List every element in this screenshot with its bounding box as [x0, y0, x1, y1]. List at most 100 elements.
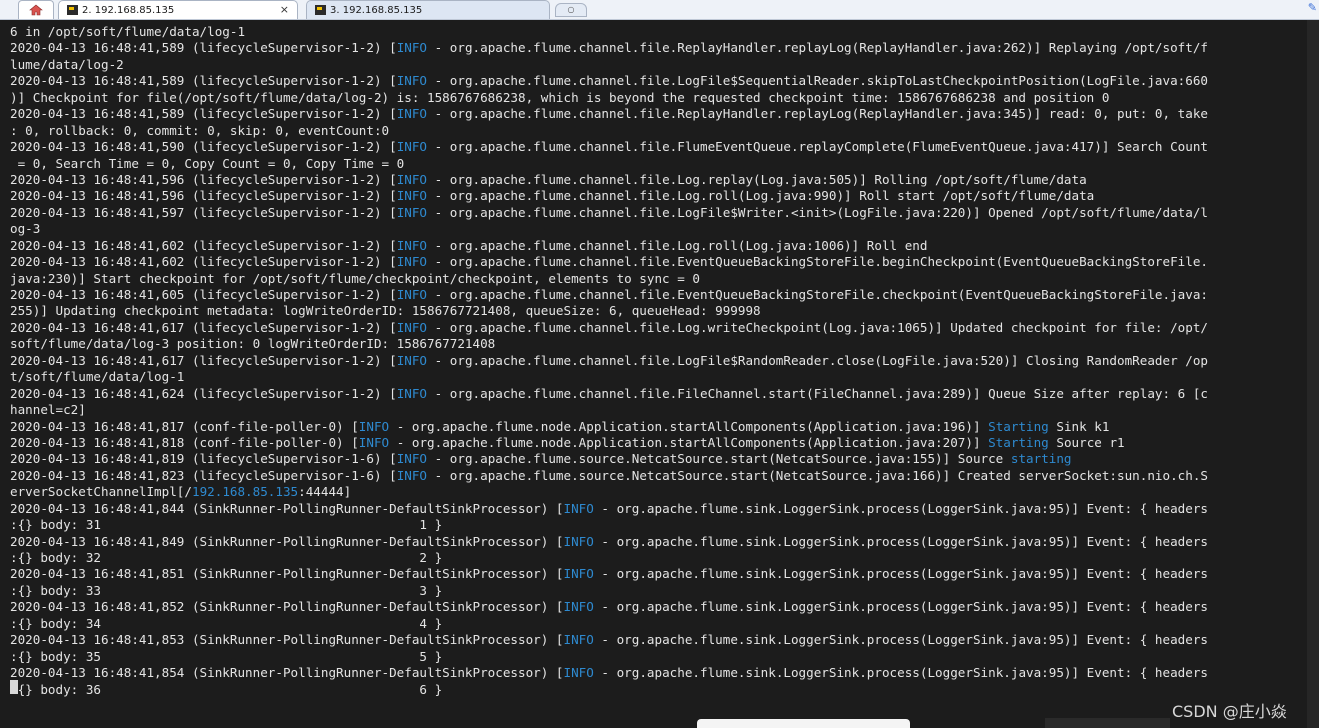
- new-tab-button[interactable]: ○: [555, 3, 587, 17]
- terminal-line: 2020-04-13 16:48:41,844 (SinkRunner-Poll…: [10, 501, 1310, 517]
- log-highlight: INFO: [396, 237, 428, 253]
- log-text: - org.apache.flume.sink.LoggerSink.proce…: [593, 665, 1208, 681]
- log-highlight: INFO: [396, 287, 428, 302]
- terminal-line: 2020-04-13 16:48:41,596 (lifecycleSuperv…: [10, 172, 1310, 188]
- terminal-line: 2020-04-13 16:48:41,617 (lifecycleSuperv…: [10, 353, 1310, 369]
- home-button[interactable]: [18, 0, 54, 19]
- log-text: 255)] Updating checkpoint metadata: logW…: [10, 303, 761, 319]
- terminal-line: 2020-04-13 16:48:41,818 (conf-file-polle…: [10, 435, 1310, 451]
- terminal-cursor: [10, 680, 18, 694]
- log-text: 2020-04-13 16:48:41,597 (lifecycleSuperv…: [10, 204, 397, 220]
- log-highlight: INFO: [396, 188, 428, 204]
- log-text: - org.apache.flume.channel.file.LogFile$…: [427, 73, 1208, 89]
- overlay-panel: [697, 719, 910, 728]
- log-highlight: INFO: [396, 73, 428, 89]
- terminal-lines: 6 in /opt/soft/flume/data/log-1 2020-04-1…: [10, 24, 1310, 698]
- log-text: - org.apache.flume.channel.file.Log.roll…: [427, 237, 928, 253]
- tab-session-2[interactable]: 2. 192.168.85.135 ×: [58, 0, 298, 19]
- log-text: 2020-04-13 16:48:41,602 (lifecycleSuperv…: [10, 237, 397, 253]
- log-text: :{} body: 35 5 }: [10, 648, 443, 664]
- terminal-line: 2020-04-13 16:48:41,817 (conf-file-polle…: [10, 419, 1310, 435]
- terminal-line: 2020-04-13 16:48:41,853 (SinkRunner-Poll…: [10, 632, 1310, 648]
- log-text: - org.apache.flume.channel.file.ReplayHa…: [427, 40, 1208, 56]
- log-text: - org.apache.flume.sink.LoggerSink.proce…: [593, 599, 1208, 615]
- log-text: 2020-04-13 16:48:41,605 (lifecycleSuperv…: [10, 287, 397, 302]
- terminal-line: java:230)] Start checkpoint for /opt/sof…: [10, 271, 1310, 287]
- terminal-line: 2020-04-13 16:48:41,602 (lifecycleSuperv…: [10, 254, 1310, 270]
- log-text: - org.apache.flume.channel.file.Log.writ…: [427, 319, 1208, 335]
- scrollbar[interactable]: [1307, 20, 1319, 728]
- log-highlight: INFO: [396, 385, 428, 401]
- log-text: lume/data/log-2: [10, 56, 124, 72]
- log-highlight: INFO: [358, 418, 390, 434]
- terminal-line: 2020-04-13 16:48:41,854 (SinkRunner-Poll…: [10, 665, 1310, 681]
- terminal-line: 2020-04-13 16:48:41,624 (lifecycleSuperv…: [10, 386, 1310, 402]
- tab-label: 3. 192.168.85.135: [330, 4, 423, 16]
- close-icon[interactable]: ×: [280, 3, 289, 16]
- terminal-line: 2020-04-13 16:48:41,617 (lifecycleSuperv…: [10, 320, 1310, 336]
- terminal-line: 2020-04-13 16:48:41,852 (SinkRunner-Poll…: [10, 599, 1310, 615]
- log-text: 2020-04-13 16:48:41,617 (lifecycleSuperv…: [10, 352, 397, 368]
- terminal-line: lume/data/log-2: [10, 57, 1310, 73]
- tab-session-3[interactable]: 3. 192.168.85.135: [306, 0, 550, 19]
- tab-label: 2. 192.168.85.135: [82, 4, 175, 16]
- overlay-shadow: [1045, 718, 1170, 728]
- log-text: 6 in /opt/soft/flume/data/log-1: [10, 24, 246, 39]
- log-text: :{} body: 33 3 }: [10, 582, 443, 598]
- log-highlight: INFO: [563, 500, 594, 516]
- log-text: - org.apache.flume.channel.file.EventQue…: [427, 254, 1208, 270]
- log-highlight: INFO: [396, 171, 428, 187]
- terminal-line: t/soft/flume/data/log-1: [10, 369, 1310, 385]
- log-text: - org.apache.flume.sink.LoggerSink.proce…: [593, 632, 1208, 648]
- log-text: - org.apache.flume.node.Application.star…: [389, 434, 989, 450]
- log-highlight: INFO: [396, 451, 428, 467]
- terminal-line: :{} body: 34 4 }: [10, 616, 1310, 632]
- log-highlight: INFO: [358, 434, 390, 450]
- log-text: soft/flume/data/log-3 position: 0 logWri…: [10, 336, 496, 352]
- terminal-line: 2020-04-13 16:48:41,589 (lifecycleSuperv…: [10, 40, 1310, 56]
- log-text: erverSocketChannelImpl[/: [10, 484, 192, 500]
- log-text: - org.apache.flume.channel.file.LogFile$…: [427, 204, 1208, 220]
- log-highlight: INFO: [396, 467, 428, 483]
- terminal-line: erverSocketChannelImpl[/192.168.85.135:4…: [10, 484, 1310, 500]
- terminal-session-icon: [315, 5, 326, 15]
- terminal-line: og-3: [10, 221, 1310, 237]
- terminal-line: : 0, rollback: 0, commit: 0, skip: 0, ev…: [10, 123, 1310, 139]
- log-highlight: INFO: [396, 352, 428, 368]
- terminal-line: :{} body: 36 6 }: [10, 682, 1310, 698]
- log-highlight: INFO: [563, 566, 594, 582]
- log-highlight: INFO: [563, 665, 594, 681]
- terminal-line: )] Checkpoint for file(/opt/soft/flume/d…: [10, 90, 1310, 106]
- log-text: :{} body: 36 6 }: [10, 681, 443, 697]
- log-text: - org.apache.flume.channel.file.FileChan…: [427, 385, 1208, 401]
- log-text: - org.apache.flume.channel.file.FlumeEve…: [427, 139, 1208, 155]
- log-text: :{} body: 34 4 }: [10, 615, 443, 631]
- tab-bar: 2. 192.168.85.135 × 3. 192.168.85.135 ○ …: [0, 0, 1319, 20]
- terminal-line: 2020-04-13 16:48:41,597 (lifecycleSuperv…: [10, 205, 1310, 221]
- log-highlight: INFO: [396, 254, 428, 270]
- log-text: 2020-04-13 16:48:41,818 (conf-file-polle…: [10, 434, 359, 450]
- log-highlight: INFO: [396, 319, 428, 335]
- terminal-output[interactable]: 6 in /opt/soft/flume/data/log-1 2020-04-1…: [0, 20, 1319, 728]
- log-text: 2020-04-13 16:48:41,851 (SinkRunner-Poll…: [10, 566, 564, 582]
- terminal-line: 6 in /opt/soft/flume/data/log-1: [10, 24, 1310, 40]
- log-text: og-3: [10, 221, 41, 237]
- log-text: - org.apache.flume.channel.file.ReplayHa…: [427, 106, 1208, 122]
- terminal-line: = 0, Search Time = 0, Copy Count = 0, Co…: [10, 156, 1310, 172]
- terminal-line: 2020-04-13 16:48:41,589 (lifecycleSuperv…: [10, 73, 1310, 89]
- log-text: Sink k1: [1048, 418, 1110, 434]
- log-text: 2020-04-13 16:48:41,602 (lifecycleSuperv…: [10, 254, 397, 270]
- log-text: = 0, Search Time = 0, Copy Count = 0, Co…: [10, 155, 405, 171]
- log-text: - org.apache.flume.sink.LoggerSink.proce…: [593, 533, 1208, 549]
- terminal-line: hannel=c2]: [10, 402, 1310, 418]
- log-text: hannel=c2]: [10, 402, 86, 418]
- log-text: 2020-04-13 16:48:41,854 (SinkRunner-Poll…: [10, 665, 564, 681]
- log-text: - org.apache.flume.sink.LoggerSink.proce…: [593, 500, 1208, 516]
- log-text: :{} body: 32 2 }: [10, 550, 443, 565]
- log-text: :{} body: 31 1 }: [10, 517, 443, 533]
- log-text: 2020-04-13 16:48:41,852 (SinkRunner-Poll…: [10, 599, 564, 615]
- pin-icon[interactable]: ✎: [1308, 1, 1317, 14]
- log-text: 2020-04-13 16:48:41,817 (conf-file-polle…: [10, 418, 359, 434]
- terminal-line: 255)] Updating checkpoint metadata: logW…: [10, 303, 1310, 319]
- log-highlight: Starting: [988, 434, 1049, 450]
